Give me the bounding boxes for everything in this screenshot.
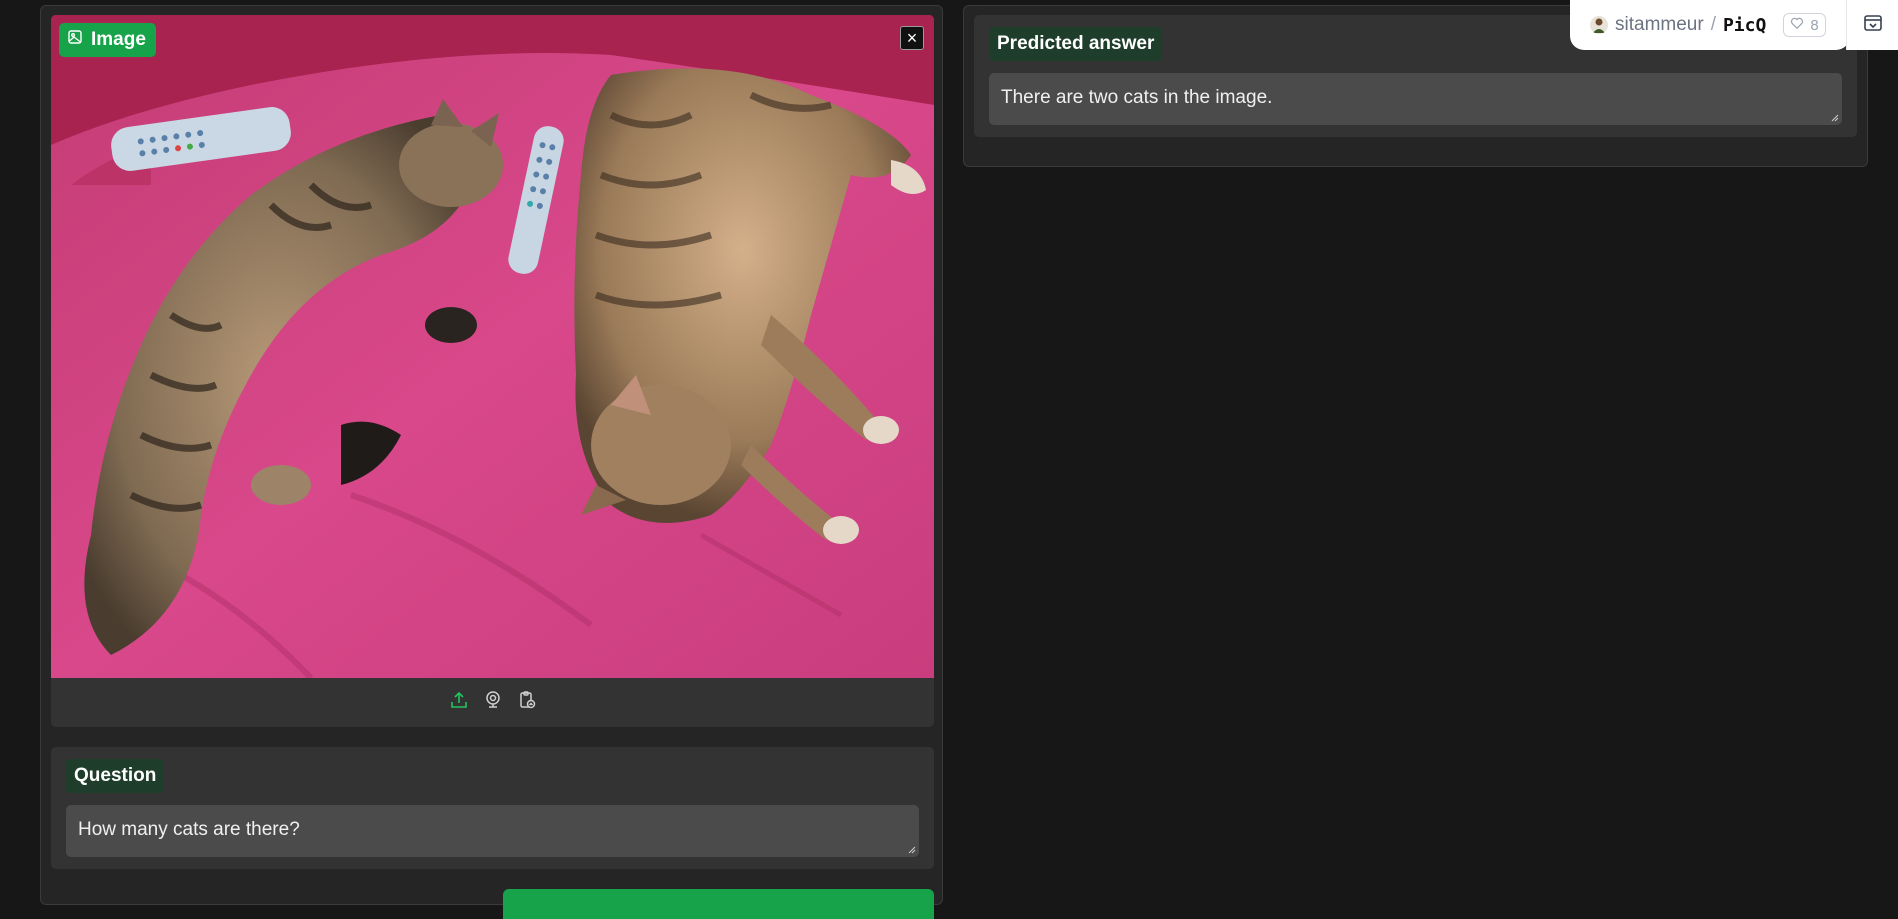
webcam-button[interactable]: [482, 690, 504, 715]
input-panel: Image × Question How many cats are there…: [40, 5, 943, 919]
question-textarea[interactable]: How many cats are there?: [66, 805, 919, 857]
image-label: Image: [59, 23, 156, 57]
space-header-badge: sitammeur / PicQ 8: [1570, 0, 1850, 50]
image-input-block: Image ×: [51, 15, 934, 727]
answer-text: There are two cats in the image.: [1001, 87, 1273, 108]
resize-handle-icon[interactable]: [908, 846, 916, 854]
clear-image-button[interactable]: ×: [900, 26, 924, 50]
resize-handle-icon[interactable]: [1831, 114, 1839, 122]
space-separator: /: [1710, 14, 1716, 35]
window-collapse-icon: [1863, 13, 1883, 38]
avatar[interactable]: [1590, 16, 1608, 34]
space-name-link[interactable]: PicQ: [1723, 15, 1766, 36]
question-input-block: Question How many cats are there?: [51, 747, 934, 869]
image-dropzone[interactable]: Image ×: [51, 15, 934, 678]
question-text: How many cats are there?: [78, 819, 300, 840]
question-label: Question: [66, 759, 165, 793]
submit-button[interactable]: [503, 889, 934, 919]
like-button[interactable]: 8: [1783, 13, 1826, 37]
answer-textarea[interactable]: There are two cats in the image.: [989, 73, 1842, 125]
expand-space-button[interactable]: [1846, 0, 1898, 50]
image-icon: [67, 29, 83, 51]
clipboard-button[interactable]: [516, 690, 538, 715]
like-count: 8: [1810, 16, 1819, 34]
uploaded-image: [51, 15, 934, 678]
heart-icon: [1790, 16, 1804, 34]
upload-icon: [449, 690, 469, 715]
webcam-icon: [483, 690, 503, 715]
clipboard-icon: [517, 690, 537, 715]
space-owner-link[interactable]: sitammeur: [1615, 14, 1704, 36]
image-label-text: Image: [91, 29, 146, 50]
answer-label: Predicted answer: [989, 27, 1163, 61]
upload-button[interactable]: [448, 690, 470, 715]
close-icon: ×: [906, 28, 918, 48]
image-source-toolbar: [51, 678, 934, 727]
